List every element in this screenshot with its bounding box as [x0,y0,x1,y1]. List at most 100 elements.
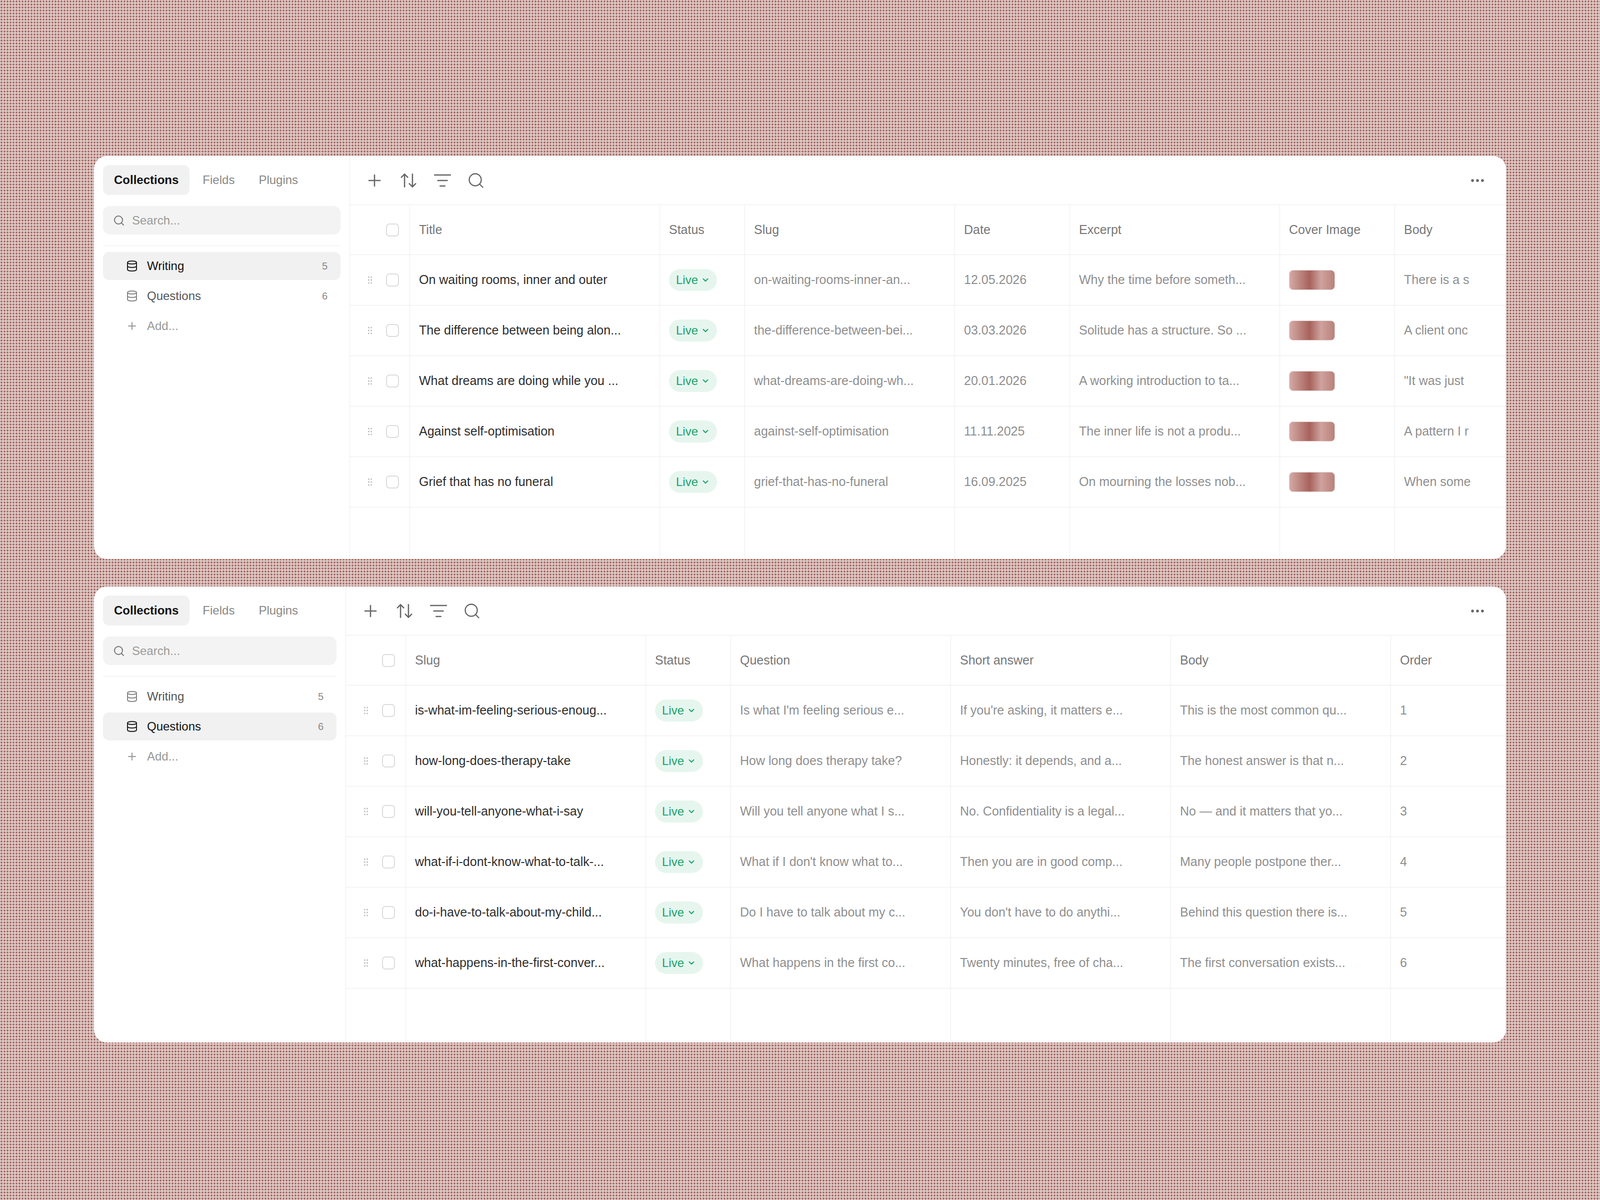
search-icon[interactable] [463,602,481,620]
table-cell[interactable]: is-what-im-feeling-serious-enoug... [406,685,646,736]
tab[interactable]: Plugins [247,165,309,195]
search-field[interactable]: Search... [103,636,337,665]
column-header[interactable]: Order [1391,635,1506,685]
table-cell[interactable]: what-happens-in-the-first-conver... [406,938,646,988]
table-cell[interactable]: Live [646,786,731,837]
table-cell[interactable]: 12.05.2026 [955,255,1070,305]
column-header[interactable]: Status [660,205,745,255]
drag-handle-icon[interactable] [365,426,375,437]
tab[interactable]: Plugins [247,595,309,626]
table-cell[interactable]: what-dreams-are-doing-wh... [745,356,955,406]
table-cell[interactable] [1280,457,1395,507]
table-cell[interactable]: The inner life is not a produ... [1070,406,1280,457]
table-cell[interactable]: Live [646,685,731,736]
table-cell[interactable]: Live [646,887,731,938]
row-checkbox[interactable] [386,374,399,388]
status-badge[interactable]: Live [655,800,703,823]
drag-handle-icon[interactable] [361,907,371,918]
table-cell[interactable]: You don't have to do anythi... [951,887,1171,938]
table-cell[interactable]: Against self-optimisation [410,406,660,457]
row-checkbox[interactable] [382,855,395,869]
table-cell[interactable]: do-i-have-to-talk-about-my-child... [406,887,646,938]
table-cell[interactable]: 6 [1391,938,1506,988]
table-cell[interactable] [1280,305,1395,356]
table-cell[interactable]: "It was just [1395,356,1506,406]
table-cell[interactable] [1280,255,1395,305]
more-icon[interactable] [1469,172,1486,189]
search-icon[interactable] [467,171,485,190]
table-cell[interactable]: 5 [1391,887,1506,938]
tab[interactable]: Collections [103,595,190,626]
table-row[interactable]: What dreams are doing while you ...Livew… [350,356,1506,407]
row-checkbox[interactable] [386,425,399,438]
table-cell[interactable]: Live [646,736,731,786]
status-badge[interactable]: Live [655,750,703,772]
table-cell[interactable]: on-waiting-rooms-inner-an... [745,255,955,305]
table-row[interactable]: Against self-optimisationLiveagainst-sel… [350,406,1506,457]
table-cell[interactable]: On mourning the losses nob... [1070,457,1280,507]
table-cell[interactable]: No — and it matters that yo... [1171,786,1391,837]
table-cell[interactable]: If you're asking, it matters e... [951,685,1171,736]
drag-handle-icon[interactable] [361,756,371,766]
status-badge[interactable]: Live [669,370,717,392]
table-cell[interactable] [1280,406,1395,457]
table-row[interactable]: how-long-does-therapy-take Live How long d… [346,736,1506,787]
table-cell[interactable]: Live [660,305,745,356]
table-cell[interactable]: Solitude has a structure. So ... [1070,305,1280,356]
table-cell[interactable]: The honest answer is that n... [1171,736,1391,786]
table-cell[interactable]: A working introduction to ta... [1070,356,1280,406]
table-cell[interactable]: How long does therapy take? [731,736,951,786]
tab[interactable]: Collections [103,165,190,195]
table-cell[interactable]: What if I don't know what to... [731,837,951,887]
table-row[interactable]: what-happens-in-the-first-conver... Live W… [346,938,1506,989]
sidebar-item[interactable]: Questions6 [103,282,341,310]
more-icon[interactable] [1469,602,1486,620]
tab[interactable]: Fields [191,595,246,626]
table-row[interactable]: what-if-i-dont-know-what-to-talk-... Live… [346,837,1506,888]
table-row[interactable]: is-what-im-feeling-serious-enoug...LiveI… [346,685,1506,736]
table-row[interactable]: Grief that has no funeralLivegrief-that-… [350,457,1506,508]
table-cell[interactable]: how-long-does-therapy-take [406,736,646,786]
table-cell[interactable]: Live [646,938,731,988]
table-cell[interactable]: This is the most common qu... [1171,685,1391,736]
column-header[interactable]: Excerpt [1070,205,1280,255]
row-checkbox[interactable] [382,654,395,667]
table-cell[interactable]: Do I have to talk about my c... [731,887,951,938]
drag-handle-icon[interactable] [365,325,375,336]
drag-handle-icon[interactable] [365,477,375,487]
status-badge[interactable]: Live [655,851,703,873]
column-header[interactable]: Short answer [951,635,1171,685]
table-cell[interactable]: When some [1395,457,1506,507]
table-cell[interactable]: What happens in the first co... [731,938,951,988]
table-cell[interactable]: 3 [1391,786,1506,837]
column-header[interactable]: Body [1395,205,1506,255]
add-collection[interactable]: Add... [103,742,337,771]
table-cell[interactable]: Live [660,406,745,457]
row-checkbox[interactable] [386,223,399,237]
status-badge[interactable]: Live [655,901,703,924]
table-cell[interactable]: Then you are in good comp... [951,837,1171,887]
table-cell[interactable]: Is what I'm feeling serious e... [731,685,951,736]
sidebar-item[interactable]: Writing5 [103,682,337,711]
status-badge[interactable]: Live [669,319,717,342]
table-row[interactable]: The difference between being alon... Live… [350,305,1506,356]
table-cell[interactable]: The difference between being alon... [410,305,660,356]
table-cell[interactable]: Why the time before someth... [1070,255,1280,305]
column-header[interactable]: Date [955,205,1070,255]
drag-handle-icon[interactable] [361,806,371,817]
table-cell[interactable]: The first conversation exists... [1171,938,1391,988]
table-cell[interactable]: Many people postpone ther... [1171,837,1391,887]
table-cell[interactable]: Honestly: it depends, and a... [951,736,1171,786]
table-cell[interactable]: Will you tell anyone what I s... [731,786,951,837]
table-cell[interactable]: A client onc [1395,305,1506,356]
column-header[interactable]: Title [410,205,660,255]
status-badge[interactable]: Live [655,952,703,974]
table-cell[interactable]: what-if-i-dont-know-what-to-talk-... [406,837,646,887]
sort-icon[interactable] [399,171,418,190]
table-cell[interactable]: against-self-optimisation [745,406,955,457]
column-header[interactable]: Status [646,635,731,685]
row-checkbox[interactable] [382,805,395,818]
plus-icon[interactable] [365,171,384,190]
table-cell[interactable]: 20.01.2026 [955,356,1070,406]
table-cell[interactable] [1280,356,1395,406]
